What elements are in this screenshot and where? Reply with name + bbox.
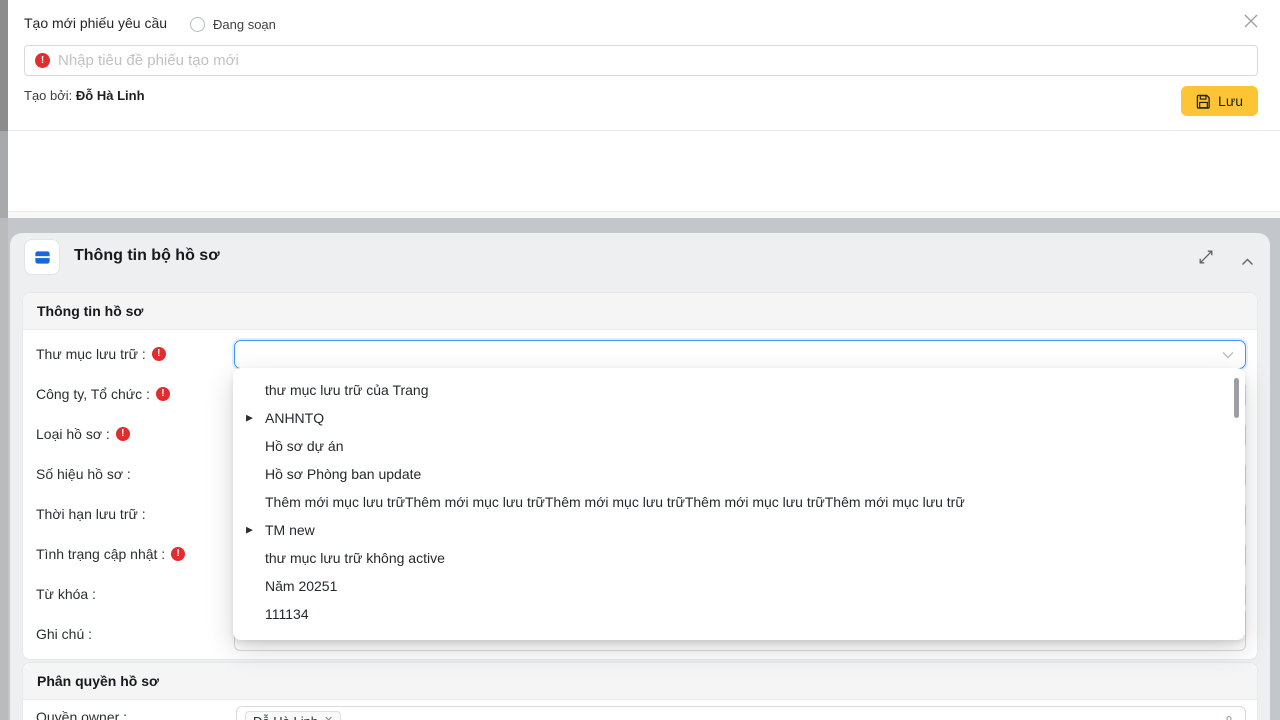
field-label-tinh-trang-cap-nhat: Tình trạng cập nhật :! <box>36 546 185 562</box>
field-label-thoi-han-luu-tru: Thời hạn lưu trữ : <box>36 506 146 522</box>
page-edge-strip <box>0 218 8 720</box>
dropdown-scrollbar[interactable] <box>1234 378 1239 418</box>
record-info-title: Thông tin hồ sơ <box>23 293 1257 330</box>
panel-title: Thông tin bộ hồ sơ <box>74 247 220 265</box>
required-icon: ! <box>116 427 130 441</box>
expander-icon[interactable]: ▶ <box>246 525 253 536</box>
dropdown-option[interactable]: Thêm mới mục lưu trữThêm mới mục lưu trữ… <box>233 488 1245 516</box>
dossier-panel-icon-box <box>24 239 60 275</box>
required-icon: ! <box>171 547 185 561</box>
close-icon[interactable] <box>1242 12 1260 30</box>
chevron-up-icon[interactable] <box>1241 253 1254 261</box>
owner-tag: Đỗ Hà Linh ✕ <box>245 711 341 720</box>
dropdown-option[interactable]: 111134 <box>233 600 1245 628</box>
owner-input[interactable]: Đỗ Hà Linh ✕ <box>236 706 1246 720</box>
owner-label: Quyền owner : <box>36 709 127 720</box>
required-icon: ! <box>156 387 170 401</box>
field-label-loai-ho-so: Loại hồ sơ :! <box>36 426 130 442</box>
dropdown-option[interactable]: thư mục lưu trữ của Trang <box>233 376 1245 404</box>
status-radio-group[interactable]: Đang soạn <box>190 17 276 32</box>
field-label-thu-muc-luu-tru: Thư mục lưu trữ :! <box>36 346 166 362</box>
storage-folder-select[interactable] <box>234 340 1246 369</box>
dossier-panel: Thông tin bộ hồ sơ Thông tin hồ sơ Thư m… <box>10 233 1270 720</box>
field-label-so-hieu-ho-so: Số hiệu hồ sơ : <box>36 466 131 482</box>
dossier-icon <box>33 248 52 267</box>
required-icon: ! <box>35 53 50 68</box>
save-button-label: Lưu <box>1218 93 1243 109</box>
dropdown-option[interactable]: Năm 20251 <box>233 572 1245 600</box>
title-input-placeholder: Nhập tiêu đề phiếu tạo mới <box>58 52 239 69</box>
dropdown-option[interactable]: ▶TM new <box>233 516 1245 544</box>
created-by-label: Tạo bởi: <box>24 88 72 103</box>
tag-close-icon[interactable]: ✕ <box>324 716 333 720</box>
created-by: Tạo bởi: Đỗ Hà Linh <box>24 88 145 103</box>
person-icon <box>1223 714 1235 720</box>
created-by-value: Đỗ Hà Linh <box>76 88 145 103</box>
request-meta: Nhóm yêu cầu : Quản lý yêu cầu xử lý hồ … <box>8 132 1280 212</box>
owner-tag-label: Đỗ Hà Linh <box>253 714 318 720</box>
dropdown-option[interactable]: thư mục lưu trữ không active <box>233 544 1245 572</box>
dropdown-option[interactable]: Hồ sơ Phòng ban update <box>233 460 1245 488</box>
save-button[interactable]: Lưu <box>1181 86 1258 116</box>
page-edge-strip <box>0 131 8 218</box>
modal-header: Tạo mới phiếu yêu cầu Đang soạn ! Nhập t… <box>8 0 1280 131</box>
title-input[interactable]: ! Nhập tiêu đề phiếu tạo mới <box>24 45 1258 76</box>
dropdown-option[interactable]: ▶ANHNTQ <box>233 404 1245 432</box>
required-icon: ! <box>152 347 166 361</box>
draft-radio[interactable] <box>190 17 205 32</box>
expand-icon[interactable] <box>1198 249 1214 265</box>
chevron-down-icon <box>1222 351 1234 359</box>
permission-card: Phân quyền hồ sơ Quyền owner : Đỗ Hà Lin… <box>22 662 1258 720</box>
field-label-cong-ty-to-chuc: Công ty, Tổ chức :! <box>36 386 170 402</box>
create-request-modal: Tạo mới phiếu yêu cầu Đang soạn ! Nhập t… <box>0 0 1280 720</box>
draft-radio-label: Đang soạn <box>213 17 276 32</box>
page-edge-strip <box>0 0 8 131</box>
field-label-ghi-chu: Ghi chú : <box>36 626 92 642</box>
permission-title: Phân quyền hồ sơ <box>23 663 1257 700</box>
expander-icon[interactable]: ▶ <box>246 413 253 424</box>
dropdown-option[interactable]: Hồ sơ dự án <box>233 432 1245 460</box>
storage-folder-dropdown: thư mục lưu trữ của Trang ▶ANHNTQ Hồ sơ … <box>233 368 1245 640</box>
save-icon <box>1196 94 1211 109</box>
modal-title: Tạo mới phiếu yêu cầu <box>24 15 167 31</box>
field-label-tu-khoa: Từ khóa : <box>36 586 96 602</box>
